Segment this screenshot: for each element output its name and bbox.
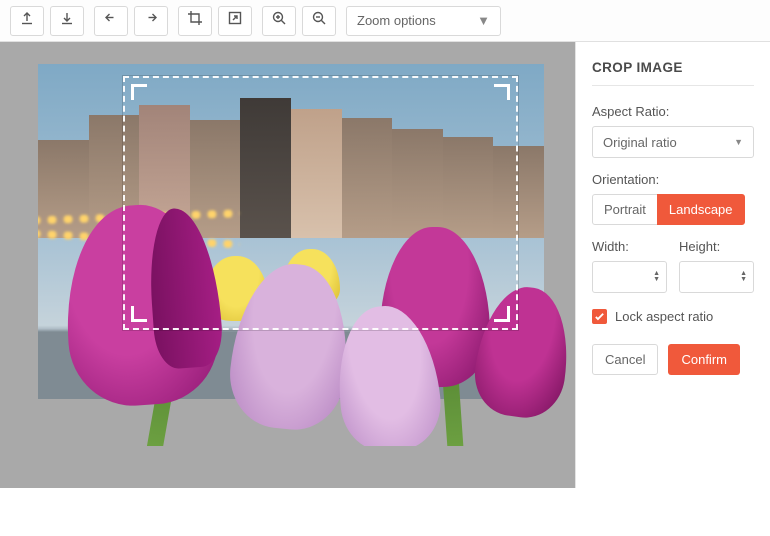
- resize-icon: [227, 10, 243, 31]
- zoom-options-select[interactable]: Zoom options ▼: [346, 6, 501, 36]
- zoom-options-label: Zoom options: [357, 13, 436, 28]
- aspect-ratio-value: Original ratio: [603, 135, 677, 150]
- crop-handle-br[interactable]: [490, 302, 510, 322]
- panel-title: CROP IMAGE: [592, 60, 754, 75]
- undo-button[interactable]: [94, 6, 128, 36]
- crop-icon: [187, 10, 203, 31]
- crop-selection[interactable]: [123, 76, 518, 330]
- confirm-button[interactable]: Confirm: [668, 344, 740, 375]
- orientation-label: Orientation:: [592, 172, 754, 187]
- crop-button[interactable]: [178, 6, 212, 36]
- orientation-portrait[interactable]: Portrait: [592, 194, 658, 225]
- zoom-in-button[interactable]: [262, 6, 296, 36]
- orientation-toggle: Portrait Landscape: [592, 194, 754, 225]
- crop-handle-tr[interactable]: [490, 84, 510, 104]
- orientation-landscape[interactable]: Landscape: [657, 194, 745, 225]
- undo-icon: [103, 10, 119, 31]
- cancel-button[interactable]: Cancel: [592, 344, 658, 375]
- width-input-wrap: ▲▼: [592, 261, 667, 293]
- toolbar: Zoom options ▼: [0, 0, 770, 42]
- divider: [592, 85, 754, 86]
- aspect-ratio-select[interactable]: Original ratio ▼: [592, 126, 754, 158]
- width-input[interactable]: [601, 270, 653, 285]
- lock-aspect-label: Lock aspect ratio: [615, 309, 713, 324]
- width-step-down[interactable]: ▼: [653, 277, 660, 283]
- chevron-down-icon: ▼: [477, 13, 490, 28]
- check-icon: [594, 311, 605, 322]
- aspect-ratio-label: Aspect Ratio:: [592, 104, 754, 119]
- height-label: Height:: [679, 239, 754, 254]
- crop-handle-tl[interactable]: [131, 84, 151, 104]
- redo-button[interactable]: [134, 6, 168, 36]
- lock-aspect-checkbox[interactable]: [592, 309, 607, 324]
- height-step-down[interactable]: ▼: [740, 277, 747, 283]
- height-input[interactable]: [688, 270, 740, 285]
- chevron-down-icon: ▼: [734, 137, 743, 147]
- crop-sidebar: CROP IMAGE Aspect Ratio: Original ratio …: [575, 42, 770, 488]
- crop-handle-bl[interactable]: [131, 302, 151, 322]
- height-input-wrap: ▲▼: [679, 261, 754, 293]
- resize-button[interactable]: [218, 6, 252, 36]
- upload-button[interactable]: [10, 6, 44, 36]
- zoom-out-button[interactable]: [302, 6, 336, 36]
- zoom-out-icon: [311, 10, 327, 31]
- redo-icon: [143, 10, 159, 31]
- width-label: Width:: [592, 239, 667, 254]
- download-icon: [59, 10, 75, 31]
- image-preview: [38, 64, 544, 399]
- download-button[interactable]: [50, 6, 84, 36]
- zoom-in-icon: [271, 10, 287, 31]
- image-editor: Zoom options ▼: [0, 0, 770, 488]
- content-row: CROP IMAGE Aspect Ratio: Original ratio …: [0, 42, 770, 488]
- canvas-wrap[interactable]: [38, 64, 575, 446]
- upload-icon: [19, 10, 35, 31]
- canvas-area: [0, 42, 575, 488]
